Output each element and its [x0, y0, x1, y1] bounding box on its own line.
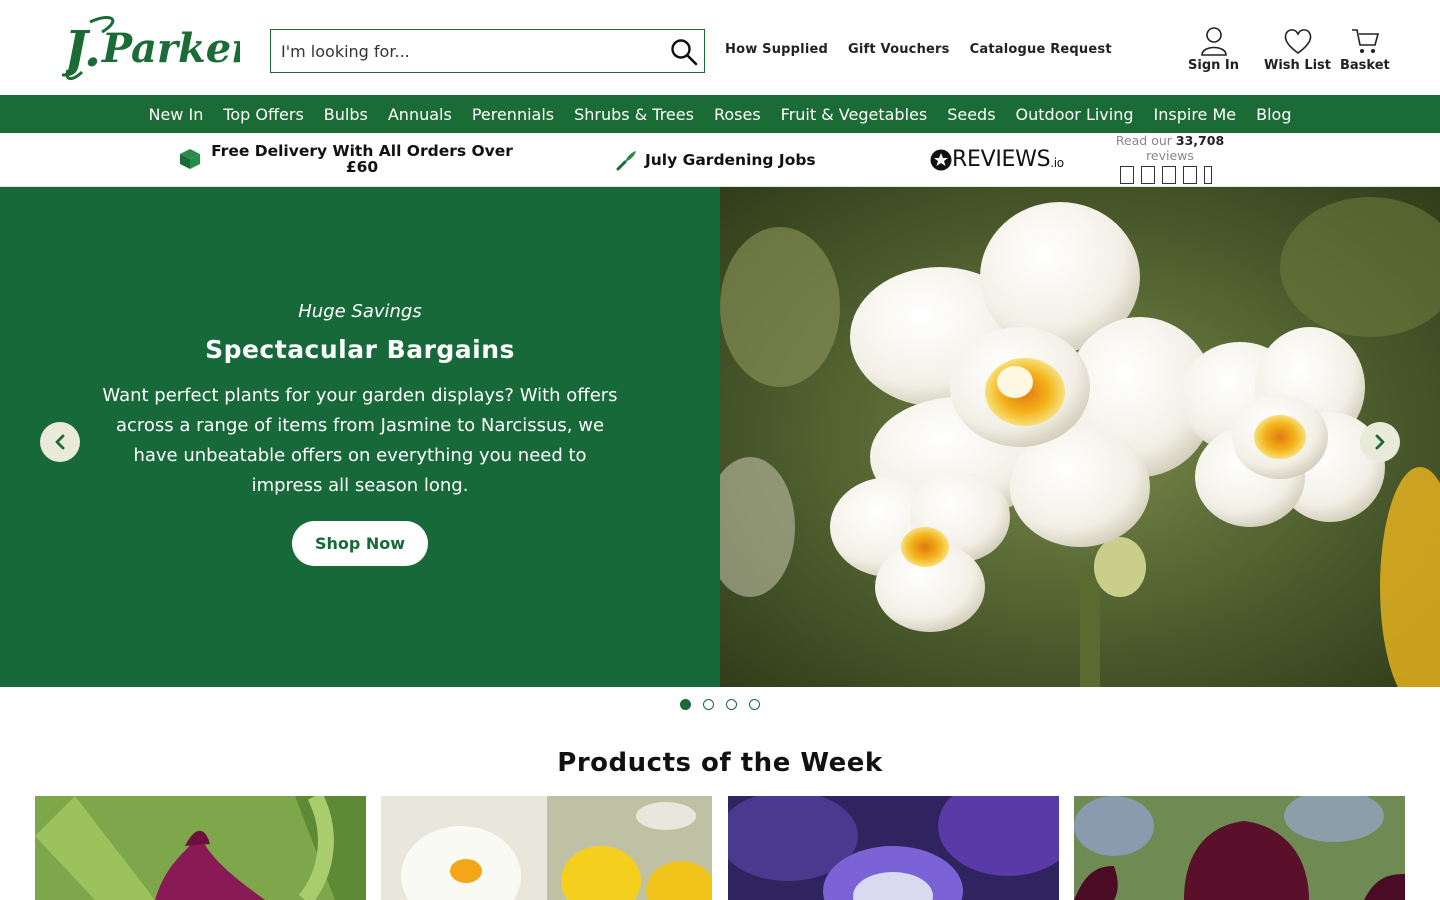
wish-list-button[interactable]: Wish List: [1264, 26, 1331, 73]
search-input[interactable]: [271, 30, 661, 72]
nav-bulbs[interactable]: Bulbs: [324, 105, 368, 124]
nav-blog[interactable]: Blog: [1256, 105, 1291, 124]
reviews-count: Read our 33,708 reviews: [1110, 133, 1230, 163]
carousel-dot[interactable]: [703, 699, 714, 710]
hero-body: Want perfect plants for your garden disp…: [102, 385, 618, 496]
how-supplied-link[interactable]: How Supplied: [725, 42, 828, 57]
star-icon: [1183, 166, 1197, 184]
search-icon[interactable]: [670, 38, 698, 66]
free-delivery-usp[interactable]: Free Delivery With All Orders Over £60: [178, 143, 522, 175]
search-box: [270, 29, 705, 73]
carousel-dot[interactable]: [680, 699, 691, 710]
basket-label: Basket: [1340, 58, 1390, 73]
nav-new-in[interactable]: New In: [148, 105, 203, 124]
shop-now-button[interactable]: Shop Now: [292, 521, 428, 566]
star-rating: [1120, 166, 1212, 184]
star-icon: [1162, 166, 1176, 184]
nav-outdoor-living[interactable]: Outdoor Living: [1016, 105, 1134, 124]
nav-top-offers[interactable]: Top Offers: [223, 105, 303, 124]
star-icon: [1141, 166, 1155, 184]
product-card[interactable]: [35, 796, 366, 900]
star-badge-icon: [930, 149, 952, 170]
main-nav: New In Top Offers Bulbs Annuals Perennia…: [0, 95, 1440, 133]
narcissus-photo: [720, 187, 1440, 687]
nav-roses[interactable]: Roses: [714, 105, 761, 124]
nav-inspire-me[interactable]: Inspire Me: [1154, 105, 1237, 124]
product-card[interactable]: [381, 796, 712, 900]
wish-list-label: Wish List: [1264, 58, 1332, 73]
product-image: [1074, 796, 1405, 900]
star-icon: [1120, 166, 1134, 184]
nav-fruit-vegetables[interactable]: Fruit & Vegetables: [781, 105, 928, 124]
hero-next-button[interactable]: [1360, 422, 1400, 462]
sign-in-button[interactable]: Sign In: [1188, 26, 1239, 73]
product-card[interactable]: [1074, 796, 1405, 900]
star-icon: [1204, 166, 1212, 184]
reviews-count-number: 33,708: [1175, 133, 1225, 148]
free-delivery-text: Free Delivery With All Orders Over £60: [211, 142, 513, 176]
site-header: J. Parker's How Supplied Gift Vouchers C…: [0, 0, 1440, 95]
header-links: How Supplied Gift Vouchers Catalogue Req…: [725, 42, 1112, 57]
heart-icon: [1284, 29, 1311, 54]
product-image: [35, 796, 366, 900]
nav-annuals[interactable]: Annuals: [388, 105, 452, 124]
carousel-dot[interactable]: [726, 699, 737, 710]
hero-title: Spectacular Bargains: [205, 335, 515, 364]
hero-prev-button[interactable]: [40, 422, 80, 462]
reviews-io-logo[interactable]: REVIEWS .io: [930, 147, 1064, 172]
products-of-the-week-title: Products of the Week: [557, 748, 883, 778]
hero-banner: Huge Savings Spectacular Bargains Want p…: [0, 187, 720, 687]
nav-seeds[interactable]: Seeds: [947, 105, 995, 124]
user-icon: [1200, 27, 1227, 56]
cart-icon: [1351, 29, 1379, 53]
reviews-suffix: .io: [1050, 155, 1064, 170]
product-image: [728, 796, 1059, 900]
box-icon: [180, 149, 200, 169]
product-image: [381, 796, 712, 900]
chevron-left-icon: [55, 434, 65, 450]
product-card[interactable]: [728, 796, 1059, 900]
carousel-dot[interactable]: [749, 699, 760, 710]
carousel-dots: [680, 699, 760, 710]
hero-kicker: Huge Savings: [298, 301, 422, 322]
trowel-icon: [616, 151, 636, 171]
gift-vouchers-link[interactable]: Gift Vouchers: [848, 42, 950, 57]
basket-button[interactable]: Basket: [1340, 26, 1390, 73]
svg-text:J.: J.: [62, 19, 101, 78]
svg-text:Parker's: Parker's: [101, 25, 240, 72]
jparkers-logo[interactable]: J. Parker's: [62, 12, 240, 84]
chevron-right-icon: [1375, 434, 1385, 450]
july-jobs-usp[interactable]: July Gardening Jobs: [616, 149, 816, 171]
reviews-prefix: Read our: [1115, 133, 1172, 148]
july-jobs-text: July Gardening Jobs: [645, 151, 816, 169]
nav-perennials[interactable]: Perennials: [472, 105, 554, 124]
hero-image-narcissus[interactable]: [720, 187, 1440, 687]
catalogue-request-link[interactable]: Catalogue Request: [970, 42, 1112, 57]
reviews-word: reviews: [1146, 148, 1194, 163]
reviews-brand: REVIEWS: [952, 147, 1051, 172]
nav-shrubs-trees[interactable]: Shrubs & Trees: [574, 105, 694, 124]
sign-in-label: Sign In: [1188, 58, 1239, 73]
